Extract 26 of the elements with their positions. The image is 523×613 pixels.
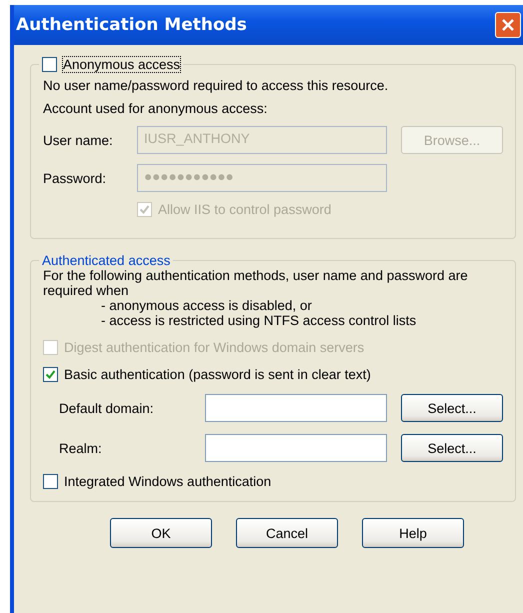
condition-text: - anonymous access is disabled, or (101, 298, 313, 313)
condition-text: - access is restricted using NTFS access control lists (101, 313, 418, 328)
field-label: Password: (43, 170, 108, 186)
description-text: No user name/password required to access this resource. (43, 78, 390, 93)
close-button[interactable] (495, 12, 521, 38)
checkbox[interactable] (42, 57, 57, 72)
field-label: Default domain: (59, 400, 155, 416)
dialog-button[interactable]: OK (110, 518, 212, 548)
checkbox[interactable] (43, 474, 58, 489)
checkbox-label[interactable]: Integrated Windows authentication (64, 474, 272, 489)
group-title: Authenticated access (41, 253, 172, 268)
select-button[interactable]: Select... (401, 434, 503, 462)
field-label: User name: (43, 132, 114, 148)
close-icon (501, 18, 515, 32)
checkbox-label[interactable]: Basic authentication (password is sent in clear text) (64, 367, 371, 382)
dialog-button[interactable]: Help (362, 518, 464, 548)
field-label: Realm: (59, 440, 103, 456)
input-field[interactable] (205, 394, 387, 422)
checkbox[interactable] (43, 367, 58, 382)
select-button[interactable]: Select... (401, 394, 503, 422)
window-title: Authentication Methods (16, 15, 248, 35)
checkbox-label[interactable]: Anonymous access (63, 57, 180, 72)
input-field[interactable] (205, 434, 387, 462)
account-label: Account used for anonymous access: (43, 101, 268, 116)
description-text: For the following authentication methods, user name and password are required when (43, 268, 469, 298)
dialog-button[interactable]: Cancel (236, 518, 338, 548)
